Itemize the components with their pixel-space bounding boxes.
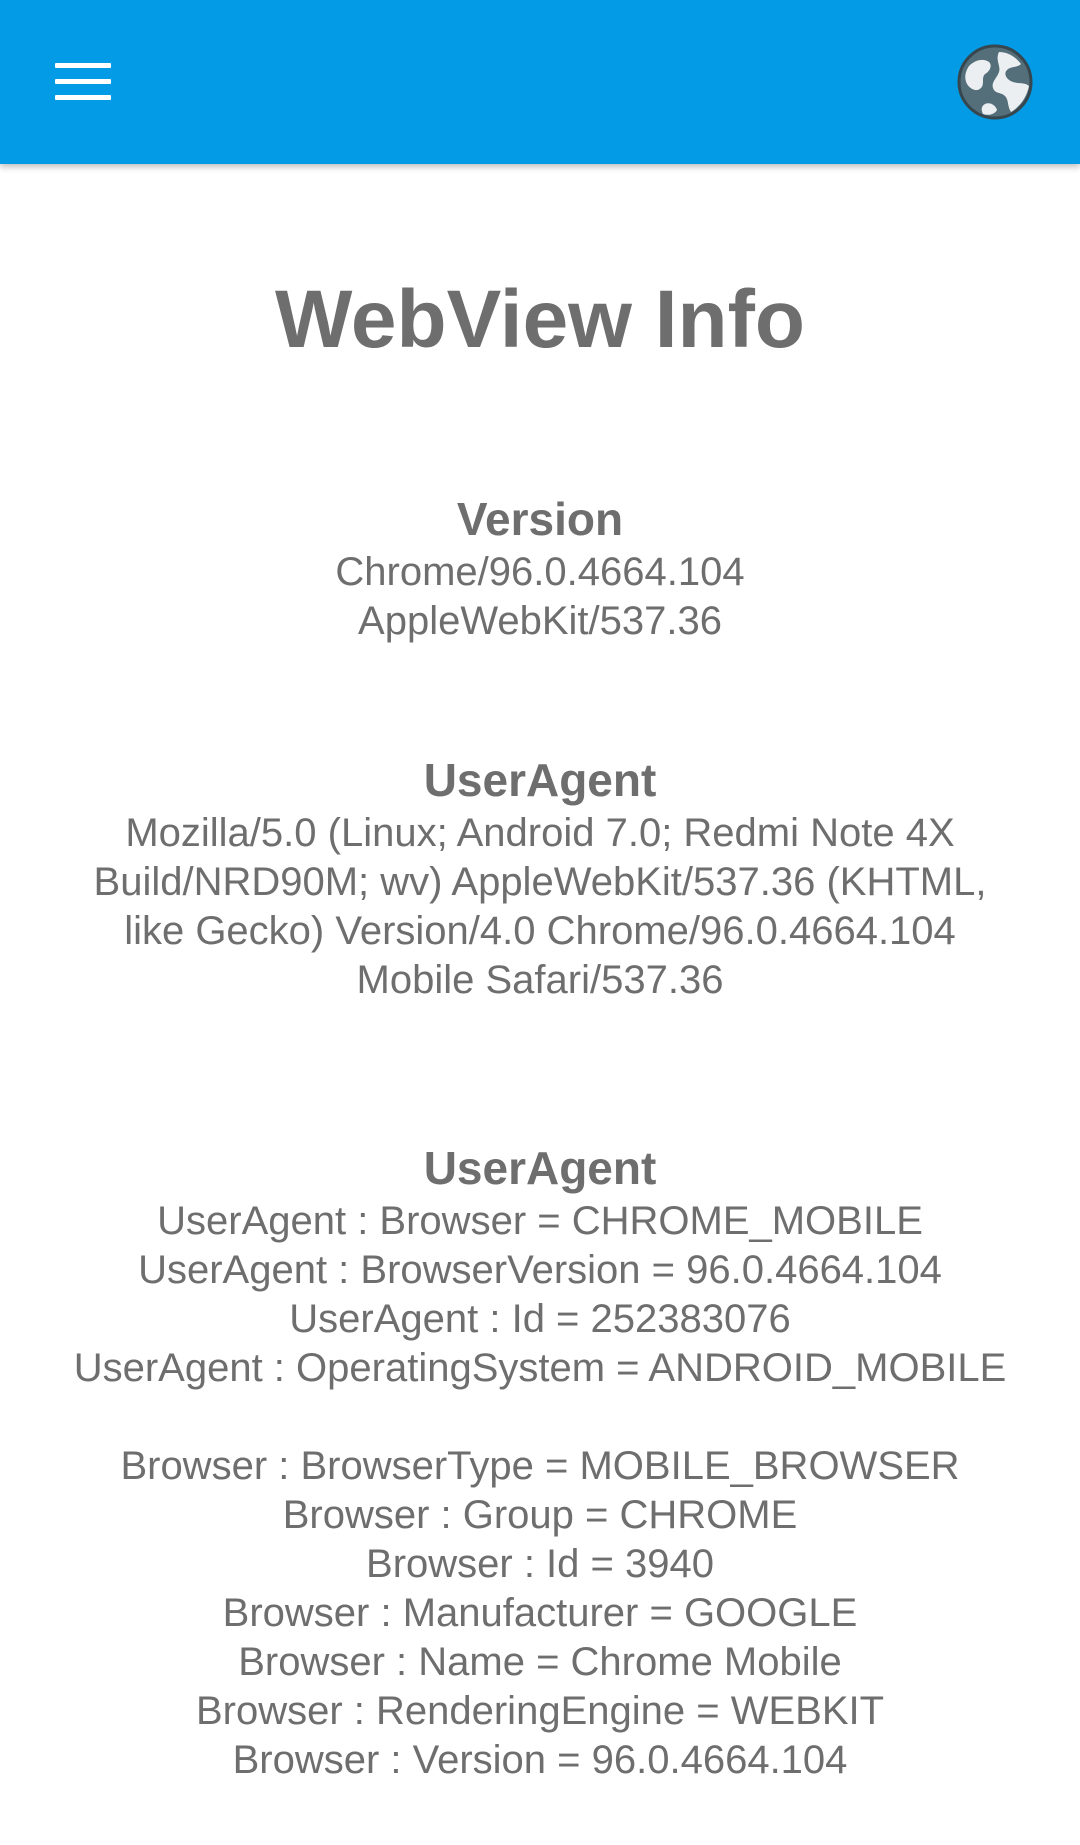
user-agent-details-heading: UserAgent bbox=[423, 1142, 657, 1194]
user-agent-string-line: Mozilla/5.0 (Linux; Android 7.0; Redmi N… bbox=[125, 811, 955, 855]
hamburger-menu-icon[interactable] bbox=[42, 42, 124, 120]
browser-detail-line: Browser : Name = Chrome Mobile bbox=[238, 1640, 842, 1684]
user-agent-string-line: Mobile Safari/537.36 bbox=[356, 958, 724, 1002]
user-agent-string-line: Build/NRD90M; wv) AppleWebKit/537.36 (KH… bbox=[93, 860, 987, 904]
user-agent-detail-line: UserAgent : BrowserVersion = 96.0.4664.1… bbox=[138, 1248, 942, 1292]
user-agent-string-section: UserAgent Mozilla/5.0 (Linux; Android 7.… bbox=[40, 751, 1040, 1005]
version-line: Chrome/96.0.4664.104 bbox=[335, 550, 745, 594]
browser-detail-line: Browser : BrowserType = MOBILE_BROWSER bbox=[120, 1444, 960, 1488]
version-line: AppleWebKit/537.36 bbox=[358, 599, 722, 643]
user-agent-string-line: like Gecko) Version/4.0 Chrome/96.0.4664… bbox=[124, 909, 956, 953]
version-body: Chrome/96.0.4664.104 AppleWebKit/537.36 bbox=[40, 548, 1040, 646]
menu-icon-bar bbox=[55, 94, 111, 100]
browser-detail-line: Browser : Manufacturer = GOOGLE bbox=[222, 1591, 858, 1635]
user-agent-details-section: UserAgent UserAgent : Browser = CHROME_M… bbox=[40, 1139, 1040, 1785]
app-bar bbox=[0, 0, 1080, 164]
browser-detail-line: Browser : Version = 96.0.4664.104 bbox=[232, 1738, 848, 1782]
menu-icon-bar bbox=[55, 62, 111, 68]
menu-icon-bar bbox=[55, 78, 111, 84]
browser-detail-line: Browser : Group = CHROME bbox=[282, 1493, 798, 1537]
section-spacer bbox=[40, 1393, 1040, 1442]
version-heading: Version bbox=[456, 493, 624, 545]
user-agent-detail-line: UserAgent : OperatingSystem = ANDROID_MO… bbox=[73, 1346, 1007, 1390]
browser-detail-line: Browser : Id = 3940 bbox=[366, 1542, 714, 1586]
user-agent-detail-line: UserAgent : Browser = CHROME_MOBILE bbox=[157, 1199, 923, 1243]
page-title: WebView Info bbox=[274, 274, 806, 365]
globe-icon[interactable] bbox=[955, 42, 1035, 122]
version-section: Version Chrome/96.0.4664.104 AppleWebKit… bbox=[40, 490, 1040, 646]
user-agent-details-body: UserAgent : Browser = CHROME_MOBILE User… bbox=[40, 1197, 1040, 1785]
browser-detail-line: Browser : RenderingEngine = WEBKIT bbox=[195, 1689, 885, 1733]
user-agent-detail-line: UserAgent : Id = 252383076 bbox=[289, 1297, 791, 1341]
user-agent-string-body: Mozilla/5.0 (Linux; Android 7.0; Redmi N… bbox=[40, 809, 1040, 1005]
user-agent-string-heading: UserAgent bbox=[423, 754, 657, 806]
